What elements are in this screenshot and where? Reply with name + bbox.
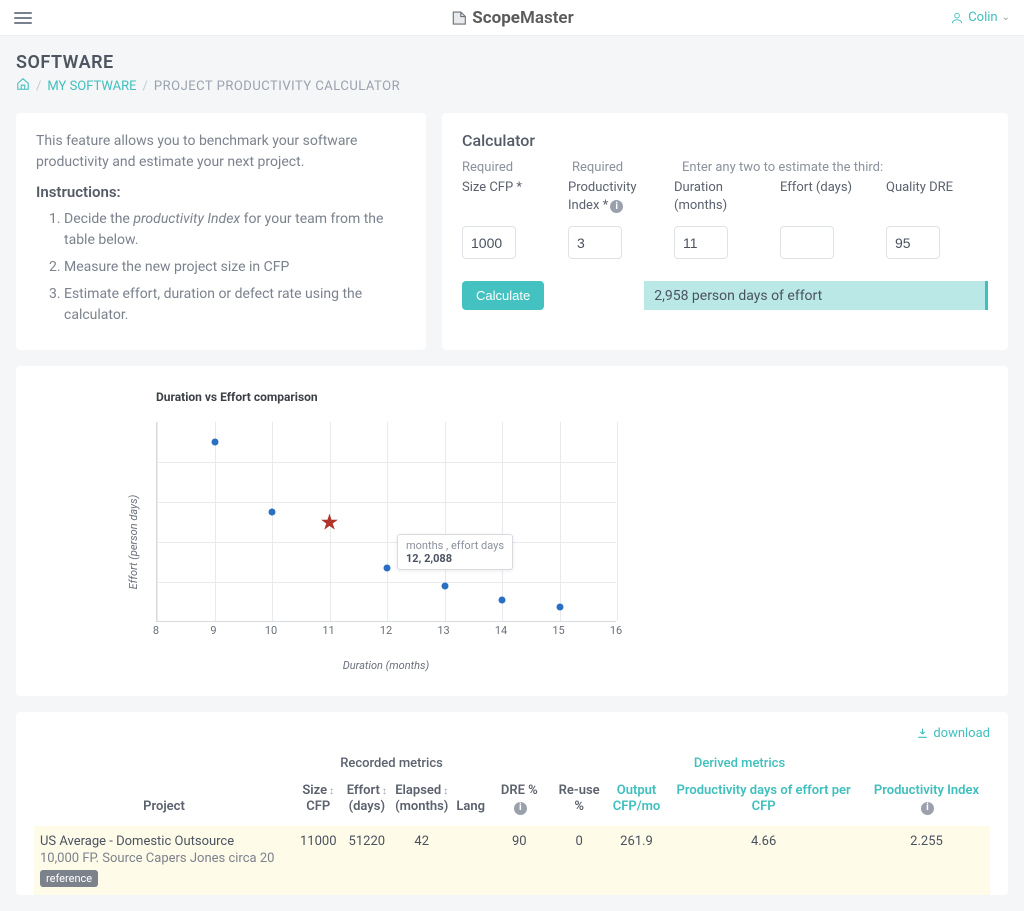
breadcrumb-sep: / bbox=[36, 79, 41, 94]
label-effort: Effort (days) bbox=[780, 179, 870, 214]
calculator-heading: Calculator bbox=[462, 131, 988, 150]
cell-effort: 51220 bbox=[343, 826, 392, 895]
col-prod-index[interactable]: Productivity Index i bbox=[863, 777, 990, 826]
label-size: Size CFP * bbox=[462, 179, 552, 214]
cell-size: 11000 bbox=[294, 826, 343, 895]
effort-input[interactable] bbox=[780, 226, 834, 259]
chart-point[interactable] bbox=[556, 604, 563, 611]
chart[interactable]: Effort (person days) ★ months , effort da… bbox=[56, 412, 616, 672]
home-icon[interactable] bbox=[16, 77, 30, 95]
duration-input[interactable] bbox=[674, 226, 728, 259]
menu-icon[interactable] bbox=[14, 12, 32, 24]
label-duration: Duration (months) bbox=[674, 179, 764, 214]
cell-prod-index: 2.255 bbox=[863, 826, 990, 895]
chevron-down-icon: ⌄ bbox=[1002, 12, 1010, 23]
download-icon bbox=[916, 727, 929, 740]
col-size[interactable]: Size↕CFP bbox=[294, 777, 343, 826]
metrics-table: Recorded metrics Derived metrics Project… bbox=[34, 750, 990, 895]
calc-group-required-2: Required bbox=[572, 160, 662, 175]
project-name: US Average - Domestic Outsource bbox=[40, 834, 288, 849]
prod-index-input[interactable] bbox=[568, 226, 622, 259]
col-dre[interactable]: DRE % i bbox=[489, 777, 550, 826]
instructions-heading: Instructions: bbox=[36, 183, 406, 201]
intro-card: This feature allows you to benchmark you… bbox=[16, 113, 426, 350]
user-icon bbox=[950, 11, 964, 25]
cell-output: 261.9 bbox=[609, 826, 665, 895]
col-elapsed[interactable]: Elapsed↕(months) bbox=[391, 777, 452, 826]
chart-point[interactable] bbox=[384, 564, 391, 571]
cell-reuse: 0 bbox=[550, 826, 609, 895]
brand-logo[interactable]: ScopeMaster bbox=[450, 8, 573, 28]
calc-group-required-1: Required bbox=[462, 160, 552, 175]
calculate-button[interactable]: Calculate bbox=[462, 281, 544, 310]
calculator-result: 2,958 person days of effort bbox=[644, 281, 988, 310]
breadcrumb-sep: / bbox=[143, 79, 148, 94]
instruction-step-3: Estimate effort, duration or defect rate… bbox=[64, 284, 406, 326]
info-icon[interactable]: i bbox=[514, 802, 527, 815]
label-prod-index: Productivity Index *i bbox=[568, 179, 658, 214]
breadcrumb-current: PROJECT PRODUCTIVITY CALCULATOR bbox=[154, 79, 400, 94]
page-title: SOFTWARE bbox=[16, 52, 1008, 73]
quality-input[interactable] bbox=[886, 226, 940, 259]
metrics-table-card: download Recorded metrics Derived metric… bbox=[16, 712, 1008, 895]
info-icon[interactable]: i bbox=[610, 200, 623, 213]
size-input[interactable] bbox=[462, 226, 516, 259]
calculator-card: Calculator Required Required Enter any t… bbox=[442, 113, 1008, 350]
chart-ylabel: Effort (person days) bbox=[127, 495, 140, 590]
chart-point[interactable] bbox=[499, 596, 506, 603]
brand-text-bold: Scope bbox=[472, 8, 520, 28]
cell-prod-days: 4.66 bbox=[664, 826, 863, 895]
chart-xlabel: Duration (months) bbox=[156, 659, 616, 672]
col-reuse[interactable]: Re-use % bbox=[550, 777, 609, 826]
col-prod-days[interactable]: Productivity days of effort per CFP bbox=[664, 777, 863, 826]
chart-point[interactable] bbox=[441, 583, 448, 590]
col-output[interactable]: OutputCFP/mo bbox=[609, 777, 665, 826]
chart-title: Duration vs Effort comparison bbox=[156, 390, 968, 404]
download-link[interactable]: download bbox=[916, 726, 990, 741]
cell-elapsed: 42 bbox=[391, 826, 452, 895]
cell-dre: 90 bbox=[489, 826, 550, 895]
breadcrumb: / MY SOFTWARE / PROJECT PRODUCTIVITY CAL… bbox=[16, 77, 1008, 95]
col-effort[interactable]: Effort↕(days) bbox=[343, 777, 392, 826]
project-sub: 10,000 FP. Source Capers Jones circa 20 bbox=[40, 851, 288, 866]
col-project[interactable]: Project bbox=[34, 777, 294, 826]
brand-text-light: Master bbox=[520, 8, 574, 28]
instruction-step-2: Measure the new project size in CFP bbox=[64, 257, 406, 278]
label-quality: Quality DRE bbox=[886, 179, 976, 214]
col-lang[interactable]: Lang bbox=[452, 777, 489, 826]
brand-icon bbox=[450, 9, 468, 27]
intro-lead: This feature allows you to benchmark you… bbox=[36, 131, 406, 173]
group-recorded: Recorded metrics bbox=[294, 750, 489, 777]
chart-point[interactable] bbox=[211, 439, 218, 446]
chart-tooltip: months , effort days12, 2,088 bbox=[397, 534, 513, 570]
reference-badge: reference bbox=[40, 870, 98, 887]
instruction-step-1: Decide the productivity Index for your t… bbox=[64, 209, 406, 251]
table-row[interactable]: US Average - Domestic Outsource 10,000 F… bbox=[34, 826, 990, 895]
chart-card: Duration vs Effort comparison Effort (pe… bbox=[16, 366, 1008, 696]
chart-point[interactable] bbox=[269, 509, 276, 516]
group-derived: Derived metrics bbox=[489, 750, 990, 777]
cell-lang bbox=[452, 826, 489, 895]
breadcrumb-link-my-software[interactable]: MY SOFTWARE bbox=[47, 79, 136, 94]
user-name: Colin bbox=[968, 10, 997, 25]
info-icon[interactable]: i bbox=[921, 802, 934, 815]
user-menu[interactable]: Colin ⌄ bbox=[950, 10, 1010, 25]
chart-star-point[interactable]: ★ bbox=[320, 510, 340, 535]
calc-group-any-two: Enter any two to estimate the third: bbox=[682, 160, 988, 175]
topbar: ScopeMaster Colin ⌄ bbox=[0, 0, 1024, 36]
